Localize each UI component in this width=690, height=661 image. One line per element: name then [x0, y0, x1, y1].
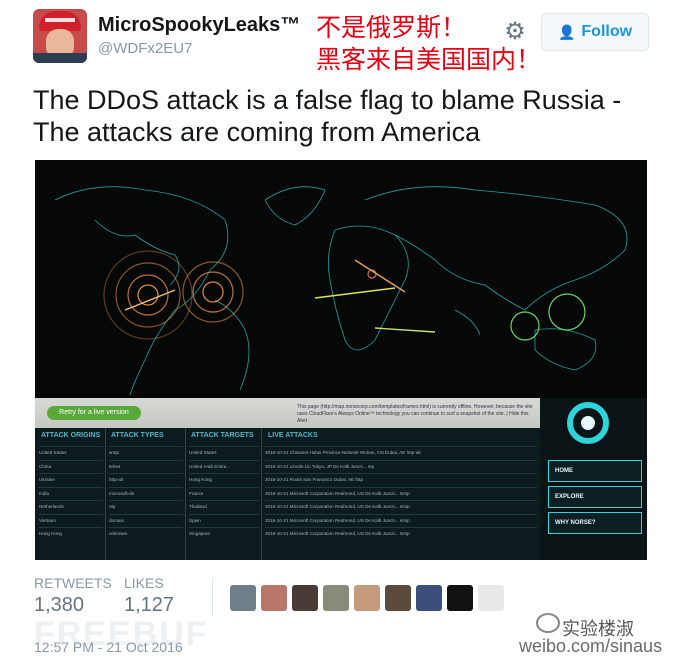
liker-avatar[interactable] [447, 585, 473, 611]
weibo-logo-icon [536, 613, 560, 633]
origins-list: United States China Ukraine India Nether… [39, 446, 103, 541]
list-item: smtp [109, 446, 183, 460]
offline-notice: This page (http://map.norsecorp.com/temp… [297, 404, 533, 424]
nav-dial-icon[interactable] [567, 402, 609, 444]
attack-map-image[interactable]: Retry for a live version This page (http… [35, 160, 647, 560]
follow-button[interactable]: 👤 Follow [541, 13, 649, 51]
list-item: Netherlands [39, 500, 103, 514]
table-row: 2016-10-21 Chinanet Hubei Province Netwo… [265, 446, 537, 460]
list-item: India [39, 486, 103, 501]
list-item: Hong Kong [39, 527, 103, 541]
nav-home-button[interactable]: HOME [548, 460, 642, 482]
header-attack-targets: ATTACK TARGETS [191, 432, 254, 439]
nav-explore-button[interactable]: EXPLORE [548, 486, 642, 508]
likes-label[interactable]: LIKES [124, 575, 164, 591]
list-item: microsoft-ds [109, 486, 183, 501]
nav-why-norse-button[interactable]: WHY NORSE? [548, 512, 642, 534]
user-handle[interactable]: @WDFx2EU7 [98, 40, 192, 57]
world-map [35, 160, 647, 400]
gear-icon[interactable]: ⚙ [502, 19, 528, 45]
targets-list: United States United Arab Emira... Hong … [189, 446, 259, 541]
norse-nav-panel: HOME EXPLORE WHY NORSE? [540, 398, 647, 560]
list-item: United Arab Emira... [189, 459, 259, 474]
list-item: domain [109, 513, 183, 528]
list-item: China [39, 459, 103, 474]
tweet-text: The DDoS attack is a false flag to blame… [33, 85, 622, 147]
display-name[interactable]: MicroSpookyLeaks™ [98, 14, 300, 37]
tweet-card: MicroSpookyLeaks™ @WDFx2EU7 不是俄罗斯！ 黑客来自美… [0, 0, 690, 661]
header-live-attacks: LIVE ATTACKS [268, 432, 318, 439]
weibo-watermark-url: weibo.com/sinaus [519, 636, 663, 656]
header-attack-types: ATTACK TYPES [111, 432, 164, 439]
table-row: 2016-10-21 Microsoft Corporation Redmond… [265, 513, 537, 528]
liker-avatar[interactable] [385, 585, 411, 611]
list-item: Ukraine [39, 473, 103, 487]
list-item: ntp [109, 500, 183, 514]
follow-label: Follow [581, 23, 633, 40]
likes-count[interactable]: 1,127 [124, 594, 174, 617]
liker-avatar[interactable] [261, 585, 287, 611]
table-row: 2016-10-21 Microsoft Corporation Redmond… [265, 486, 537, 501]
liker-avatar[interactable] [230, 585, 256, 611]
tweet-timestamp[interactable]: 12:57 PM - 21 Oct 2016 [34, 639, 183, 655]
list-item: Thailand [189, 500, 259, 514]
list-item: telnet [109, 459, 183, 474]
liker-avatar[interactable] [292, 585, 318, 611]
list-item: Vietnam [39, 513, 103, 528]
user-avatar[interactable] [33, 9, 87, 63]
table-row: 2016-10-21 Roots San Francisco Dubai, AE… [265, 473, 537, 487]
list-item: unknown [109, 527, 183, 541]
table-row: 2016-10-21 Microsoft Corporation Redmond… [265, 527, 537, 541]
stats-divider [212, 578, 213, 616]
list-item: Spain [189, 513, 259, 528]
liker-avatar[interactable] [323, 585, 349, 611]
liker-avatar[interactable] [478, 585, 504, 611]
list-item: United States [39, 446, 103, 460]
list-item: Hong Kong [189, 473, 259, 487]
add-user-icon: 👤 [557, 23, 576, 40]
retweets-label[interactable]: RETWEETS [34, 575, 112, 591]
retry-live-button[interactable]: Retry for a live version [47, 406, 141, 420]
table-row: 2016-10-21 Linode Llc Tokyo, JP De Kalb … [265, 459, 537, 474]
list-item: http-alt [109, 473, 183, 487]
live-attacks-list: 2016-10-21 Chinanet Hubei Province Netwo… [265, 446, 537, 541]
liker-avatar[interactable] [354, 585, 380, 611]
liker-avatars [230, 585, 504, 611]
list-item: Singapore [189, 527, 259, 541]
attack-stats-panel: ATTACK ORIGINS ATTACK TYPES ATTACK TARGE… [35, 428, 540, 560]
types-list: smtp telnet http-alt microsoft-ds ntp do… [109, 446, 183, 541]
header-attack-origins: ATTACK ORIGINS [41, 432, 101, 439]
liker-avatar[interactable] [416, 585, 442, 611]
table-row: 2016-10-21 Microsoft Corporation Redmond… [265, 500, 537, 514]
retweets-count[interactable]: 1,380 [34, 594, 84, 617]
list-item: France [189, 486, 259, 501]
list-item: United States [189, 446, 259, 460]
